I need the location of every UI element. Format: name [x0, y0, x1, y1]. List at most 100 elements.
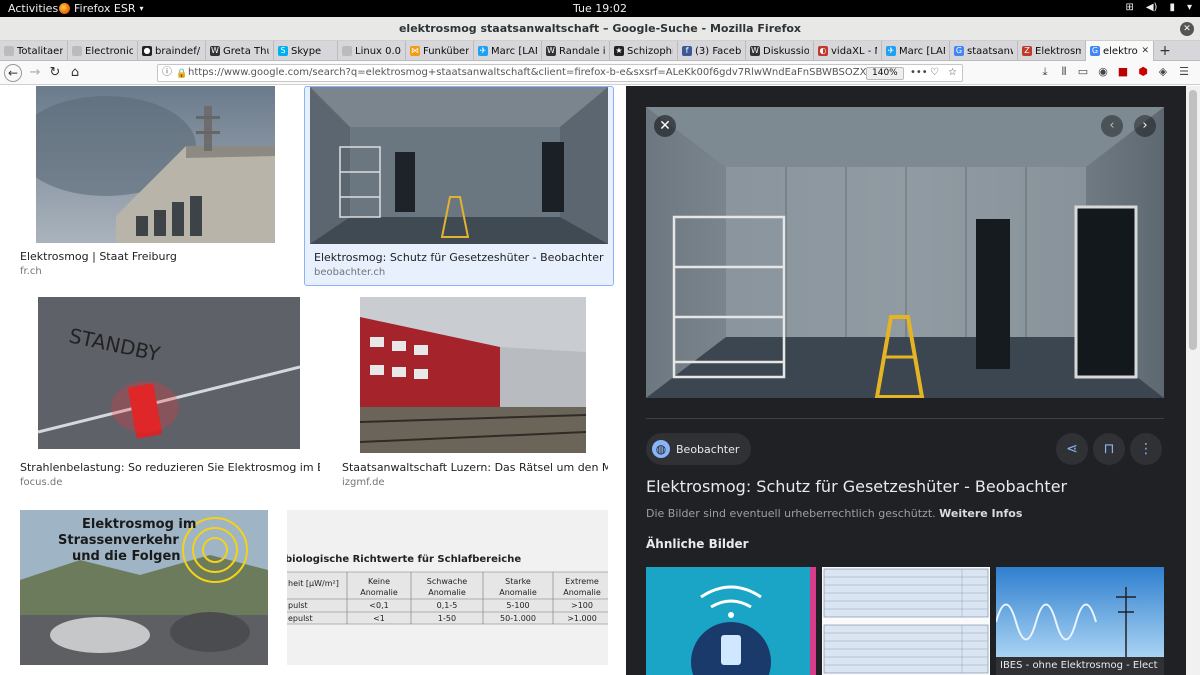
close-window-button[interactable]: ✕ [1180, 22, 1194, 36]
gnome-top-bar: Activities Firefox ESR ▾ Tue 19:02 ⊞ ◀) … [0, 0, 1200, 17]
back-button[interactable]: ← [4, 64, 22, 82]
zoom-level-button[interactable]: 140% [866, 67, 904, 80]
close-preview-button[interactable]: ✕ [654, 115, 676, 137]
result-image[interactable] [360, 297, 586, 453]
tab[interactable]: Linux 0.01 ma [338, 41, 406, 61]
tab-label: Electronics ar [85, 45, 133, 57]
home-button[interactable]: ⌂ [66, 64, 84, 82]
tab-label: Skype [291, 45, 322, 57]
result-image[interactable] [310, 87, 608, 244]
image-result[interactable]: Elektrosmog im Strassenverkehr und die F… [20, 510, 268, 665]
table-title: biologische Richtwerte für Schlafbereich… [287, 554, 521, 565]
table-cell: >100 [571, 601, 593, 610]
bookmark-icon[interactable]: ⊓ [1093, 433, 1125, 465]
tab[interactable]: Totalitaer [0, 41, 68, 61]
tab[interactable]: Electronics ar [68, 41, 138, 61]
facebook-icon: f [682, 46, 692, 56]
tab[interactable]: ● braindef/I [138, 41, 206, 61]
scrollbar-thumb[interactable] [1189, 90, 1197, 350]
battery-icon: ▮ [1169, 2, 1175, 13]
preview-image[interactable]: ✕ ‹ › [646, 107, 1164, 398]
table-cell: epulst [288, 614, 313, 623]
next-image-button[interactable]: › [1134, 115, 1156, 137]
share-button[interactable]: ⋖ [1056, 433, 1088, 465]
similar-image[interactable] [646, 567, 816, 675]
image-result[interactable]: Staatsanwaltschaft Luzern: Das Rätsel um… [338, 297, 608, 497]
new-tab-button[interactable]: + [1154, 41, 1176, 60]
extension-icon[interactable]: ◈ [1155, 65, 1171, 78]
table-header-cell: Anomalie [360, 588, 398, 597]
close-tab-icon[interactable]: ✕ [1141, 46, 1149, 56]
result-image[interactable]: biologische Richtwerte für Schlafbereich… [287, 510, 608, 665]
page-actions-icon[interactable]: ••• [910, 65, 928, 81]
table-header-cell: Extreme [565, 577, 599, 586]
similar-image[interactable] [822, 567, 990, 675]
lock-icon[interactable]: 🔒 [176, 66, 187, 82]
more-info-link[interactable]: Weitere Infos [939, 507, 1022, 520]
result-title[interactable]: Staatsanwaltschaft Luzern: Das Rätsel um… [342, 461, 608, 474]
tab[interactable]: ★Schizophre [610, 41, 678, 61]
result-image[interactable]: STANDBY [38, 297, 300, 449]
tab[interactable]: ✈Marc [LAN [882, 41, 950, 61]
overlay-line: Strassenverkehr [58, 533, 179, 548]
forward-button[interactable]: → [26, 64, 44, 82]
reload-button[interactable]: ↻ [46, 64, 64, 82]
table-header-cell: Anomalie [563, 588, 601, 597]
tab-label: braindef/I [155, 45, 201, 57]
clock[interactable]: Tue 19:02 [0, 2, 1200, 15]
tab[interactable]: Gelektrosm✕ [1086, 41, 1154, 61]
app-menu[interactable]: Firefox ESR ▾ [59, 2, 144, 15]
page-icon [4, 46, 14, 56]
url-text[interactable]: https://www.google.com/search?q=elektros… [188, 65, 868, 81]
menu-icon[interactable]: ☰ [1176, 65, 1192, 78]
tab[interactable]: S Skype [274, 41, 338, 61]
result-image[interactable] [36, 86, 275, 243]
tab[interactable]: ✈Marc [LAN [474, 41, 542, 61]
twitter-icon: ✈ [478, 46, 488, 56]
tab[interactable]: WRandale in [542, 41, 610, 61]
result-title[interactable]: Elektrosmog: Schutz für Gesetzeshüter - … [314, 251, 610, 264]
tab[interactable]: f(3) Facebo [678, 41, 746, 61]
page-icon [72, 46, 82, 56]
result-source: izgmf.de [342, 477, 385, 488]
tab[interactable]: ◐vidaXL - M [814, 41, 882, 61]
tab-strip: TotalitaerElectronics ar●braindef/IWGret… [0, 41, 1200, 61]
tab[interactable]: ⋈ Funkübert [406, 41, 474, 61]
system-tray[interactable]: ⊞ ◀) ▮ ▾ [1125, 2, 1192, 13]
tab[interactable]: ZElektrosmo [1018, 41, 1086, 61]
ublock-icon[interactable]: ⬢ [1135, 65, 1151, 78]
image-result[interactable]: STANDBY Strahlenbelastung: So reduzieren… [16, 297, 322, 497]
github-icon: ● [142, 46, 152, 56]
downloads-icon[interactable]: ⤓ [1037, 65, 1053, 79]
similar-image-caption[interactable]: IBES - ohne Elektrosmog - Elect [996, 657, 1164, 675]
page-icon [342, 46, 352, 56]
skype-icon: S [278, 46, 288, 56]
info-icon[interactable]: ⓘ [162, 65, 172, 81]
tab[interactable]: Gstaatsanw [950, 41, 1018, 61]
result-image[interactable]: Elektrosmog im Strassenverkehr und die F… [20, 510, 268, 665]
image-result[interactable]: Elektrosmog | Staat Freiburg fr.ch [16, 86, 294, 286]
library-icon[interactable]: ⫴ [1056, 65, 1072, 79]
scrollbar[interactable] [1186, 86, 1200, 675]
tab[interactable]: W Greta Thu [206, 41, 274, 61]
tab-label: vidaXL - M [831, 45, 877, 57]
addon-icon[interactable]: ■ [1115, 65, 1131, 78]
similar-image[interactable]: IBES - ohne Elektrosmog - Elect [996, 567, 1164, 675]
chevron-down-icon: ▾ [1186, 2, 1192, 13]
url-bar[interactable]: ⓘ 🔒 https://www.google.com/search?q=elek… [157, 64, 963, 82]
preview-title[interactable]: Elektrosmog: Schutz für Gesetzeshüter - … [646, 477, 1166, 496]
account-icon[interactable]: ◉ [1095, 65, 1111, 78]
result-source: beobachter.ch [314, 267, 386, 278]
more-options-icon[interactable]: ⋮ [1130, 433, 1162, 465]
result-title[interactable]: Elektrosmog | Staat Freiburg [20, 250, 290, 263]
source-chip[interactable]: ◍ Beobachter [646, 433, 752, 465]
bookmark-star-icon[interactable]: ☆ [948, 65, 957, 81]
image-result-selected[interactable]: Elektrosmog: Schutz für Gesetzeshüter - … [304, 86, 614, 286]
tab[interactable]: WDiskussion [746, 41, 814, 61]
result-title[interactable]: Strahlenbelastung: So reduzieren Sie Ele… [20, 461, 320, 474]
image-result[interactable]: biologische Richtwerte für Schlafbereich… [287, 510, 608, 665]
sidebar-icon[interactable]: ▭ [1075, 65, 1091, 78]
activities-button[interactable]: Activities [8, 2, 58, 15]
pocket-icon[interactable]: ♡ [930, 65, 939, 81]
previous-image-button[interactable]: ‹ [1101, 115, 1123, 137]
